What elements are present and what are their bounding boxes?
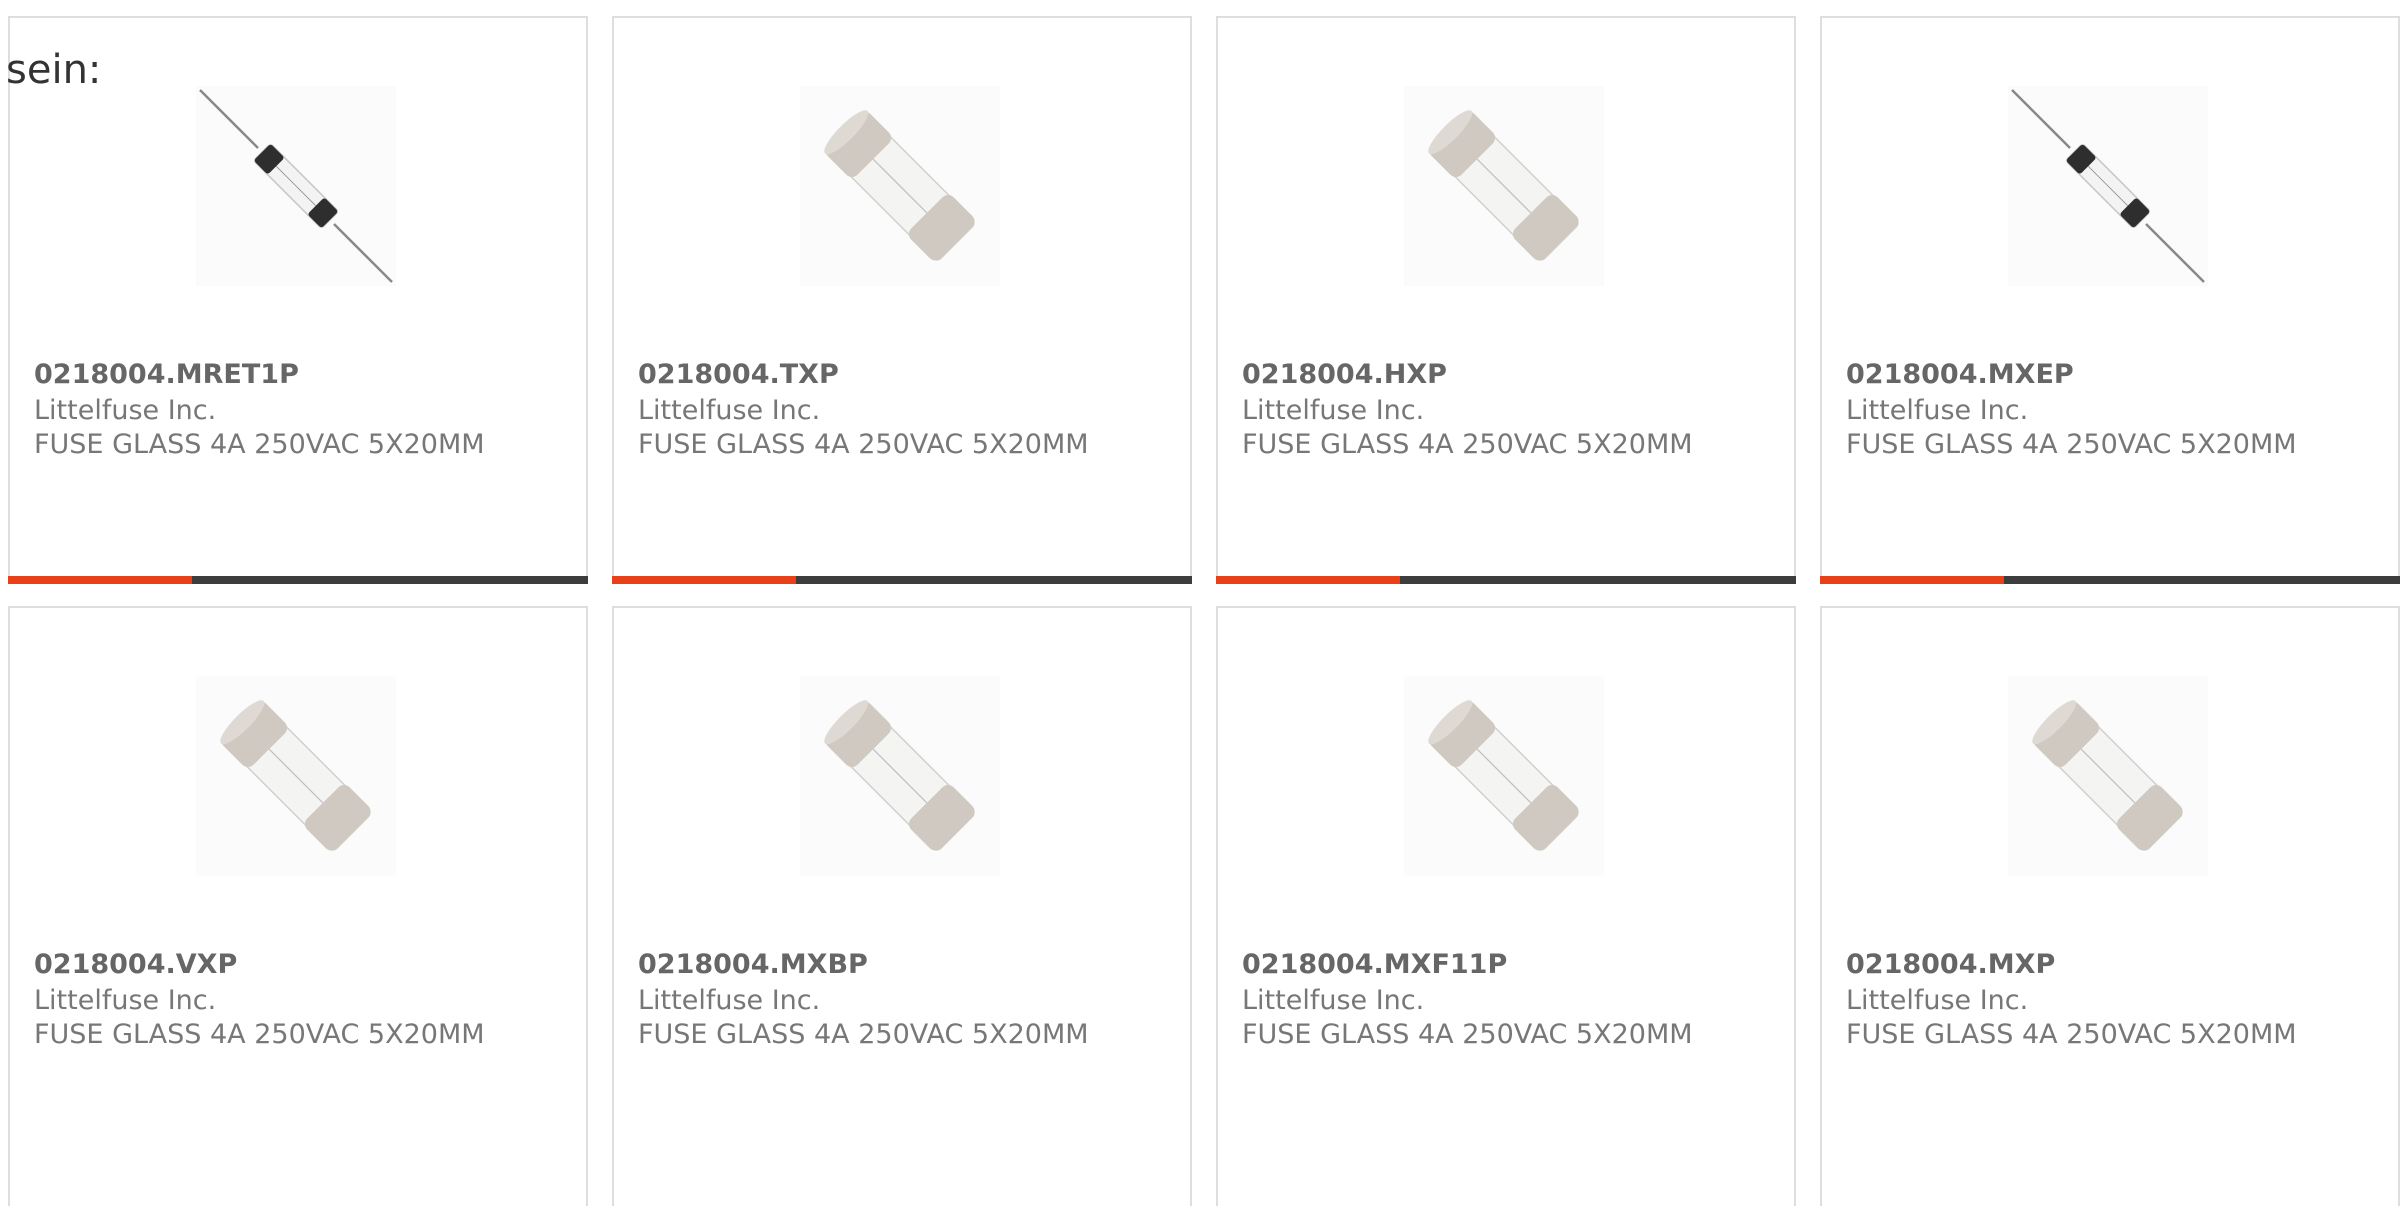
cartridge-glass-fuse-icon [824, 700, 975, 851]
product-card[interactable]: 0218004.MRET1P Littelfuse Inc. FUSE GLAS… [8, 16, 588, 584]
product-card[interactable]: 0218004.MXF11P Littelfuse Inc. FUSE GLAS… [1216, 606, 1796, 1206]
part-number[interactable]: 0218004.MRET1P [34, 358, 299, 392]
card-bar [1216, 576, 1796, 584]
product-description: FUSE GLASS 4A 250VAC 5X20MM [638, 1019, 1089, 1050]
axial-lead-glass-fuse-icon [2011, 89, 2205, 283]
product-image[interactable] [196, 676, 396, 876]
product-card[interactable]: 0218004.MXP Littelfuse Inc. FUSE GLASS 4… [1820, 606, 2400, 1206]
product-description: FUSE GLASS 4A 250VAC 5X20MM [1846, 1019, 2297, 1050]
product-image[interactable] [196, 86, 396, 286]
product-card[interactable]: 0218004.MXBP Littelfuse Inc. FUSE GLASS … [612, 606, 1192, 1206]
product-card[interactable]: 0218004.HXP Littelfuse Inc. FUSE GLASS 4… [1216, 16, 1796, 584]
manufacturer: Littelfuse Inc. [1846, 395, 2029, 426]
part-number[interactable]: 0218004.MXBP [638, 948, 868, 982]
product-image[interactable] [2008, 86, 2208, 286]
cartridge-glass-fuse-icon [824, 110, 975, 261]
part-number[interactable]: 0218004.MXF11P [1242, 948, 1507, 982]
product-image[interactable] [1404, 676, 1604, 876]
product-image[interactable] [800, 86, 1000, 286]
card-bar [612, 576, 1192, 584]
product-image[interactable] [2008, 676, 2208, 876]
part-number[interactable]: 0218004.TXP [638, 358, 839, 392]
cartridge-glass-fuse-icon [1428, 700, 1579, 851]
card-bar-accent [612, 576, 796, 584]
card-bar-accent [1216, 576, 1400, 584]
part-number[interactable]: 0218004.MXEP [1846, 358, 2074, 392]
card-bar [1820, 576, 2400, 584]
manufacturer: Littelfuse Inc. [1242, 985, 1425, 1016]
part-number[interactable]: 0218004.VXP [34, 948, 237, 982]
cartridge-glass-fuse-icon [1428, 110, 1579, 261]
cartridge-glass-fuse-icon [2032, 700, 2183, 851]
product-card[interactable]: 0218004.VXP Littelfuse Inc. FUSE GLASS 4… [8, 606, 588, 1206]
product-grid: 0218004.MRET1P Littelfuse Inc. FUSE GLAS… [8, 16, 2400, 1206]
manufacturer: Littelfuse Inc. [638, 985, 821, 1016]
manufacturer: Littelfuse Inc. [34, 985, 217, 1016]
product-description: FUSE GLASS 4A 250VAC 5X20MM [34, 1019, 485, 1050]
product-description: FUSE GLASS 4A 250VAC 5X20MM [34, 429, 485, 460]
card-bar [8, 576, 588, 584]
axial-lead-glass-fuse-icon [199, 89, 393, 283]
part-number[interactable]: 0218004.HXP [1242, 358, 1447, 392]
manufacturer: Littelfuse Inc. [34, 395, 217, 426]
product-card[interactable]: 0218004.MXEP Littelfuse Inc. FUSE GLASS … [1820, 16, 2400, 584]
product-image[interactable] [800, 676, 1000, 876]
card-bar-accent [1820, 576, 2004, 584]
product-description: FUSE GLASS 4A 250VAC 5X20MM [1242, 429, 1693, 460]
product-description: FUSE GLASS 4A 250VAC 5X20MM [1846, 429, 2297, 460]
product-description: FUSE GLASS 4A 250VAC 5X20MM [1242, 1019, 1693, 1050]
intro-text: sein: [6, 47, 102, 93]
card-bar-accent [8, 576, 192, 584]
cartridge-glass-fuse-icon [220, 700, 371, 851]
product-description: FUSE GLASS 4A 250VAC 5X20MM [638, 429, 1089, 460]
manufacturer: Littelfuse Inc. [1846, 985, 2029, 1016]
manufacturer: Littelfuse Inc. [1242, 395, 1425, 426]
part-number[interactable]: 0218004.MXP [1846, 948, 2055, 982]
manufacturer: Littelfuse Inc. [638, 395, 821, 426]
product-card[interactable]: 0218004.TXP Littelfuse Inc. FUSE GLASS 4… [612, 16, 1192, 584]
product-image[interactable] [1404, 86, 1604, 286]
